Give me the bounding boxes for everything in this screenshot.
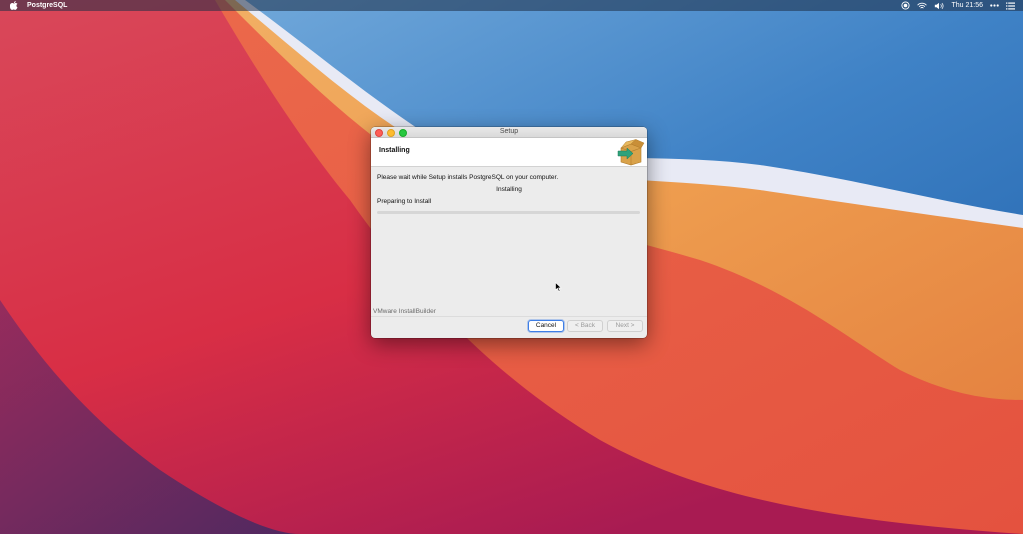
installer-box-icon [617, 139, 645, 166]
window-title: Setup [499, 128, 519, 135]
more-icon[interactable] [990, 4, 999, 7]
footer-divider [371, 316, 647, 317]
back-button[interactable]: < Back [567, 320, 603, 332]
installer-body: Please wait while Setup installs Postgre… [371, 167, 647, 337]
minimize-window-button[interactable] [387, 129, 395, 137]
install-message: Please wait while Setup installs Postgre… [377, 174, 559, 181]
install-status: Installing [496, 186, 522, 193]
active-app-name[interactable]: PostgreSQL [27, 0, 67, 11]
close-window-button[interactable] [375, 129, 383, 137]
mouse-cursor-icon [555, 282, 562, 292]
install-progress-bar [377, 211, 640, 214]
page-title: Installing [379, 147, 410, 154]
next-button[interactable]: Next > [607, 320, 643, 332]
apple-icon[interactable] [10, 1, 19, 10]
cancel-button[interactable]: Cancel [528, 320, 564, 332]
volume-icon[interactable] [934, 2, 944, 10]
screen-record-icon[interactable] [901, 1, 911, 10]
menu-bar: PostgreSQL Thu 21:56 [0, 0, 1023, 11]
desktop: PostgreSQL Thu 21:56 Setup Installing Pl… [0, 0, 1023, 534]
setup-window: Setup Installing Please wait while Setup… [371, 127, 647, 338]
control-center-icon[interactable] [1006, 2, 1015, 10]
window-controls [375, 129, 407, 137]
window-titlebar[interactable]: Setup [371, 127, 647, 138]
menu-bar-clock[interactable]: Thu 21:56 [951, 0, 983, 11]
install-substatus: Preparing to Install [377, 198, 432, 205]
maximize-window-button[interactable] [399, 129, 407, 137]
installer-brand-label: VMware InstallBuilder [373, 308, 436, 315]
wifi-icon[interactable] [917, 2, 928, 10]
menu-bar-status-area: Thu 21:56 [901, 0, 1015, 11]
installer-header: Installing [371, 138, 647, 167]
